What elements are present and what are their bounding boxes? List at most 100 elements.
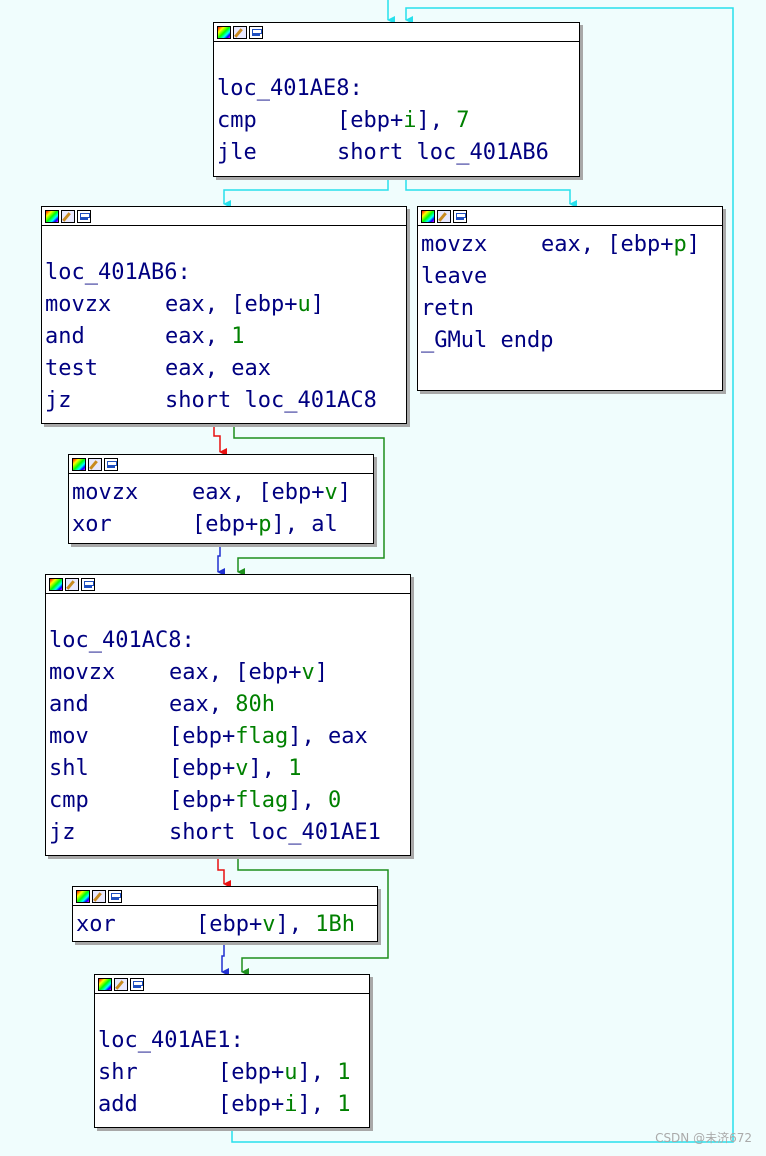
instruction-mnemonic: movzx xyxy=(421,232,488,257)
instruction-mnemonic: mov xyxy=(49,724,89,749)
graph-overview-icon[interactable] xyxy=(77,209,91,223)
graph-overview-icon[interactable] xyxy=(104,457,118,471)
operand-variable: p xyxy=(258,512,272,537)
instruction-mnemonic: and xyxy=(49,692,89,717)
operand-text: eax, [ebp+ xyxy=(165,292,298,317)
operand-text: [ebp+ xyxy=(192,512,259,537)
instruction-line: cmp [ebp+i], 7 xyxy=(217,105,575,137)
color-palette-icon[interactable] xyxy=(98,977,112,991)
instruction-mnemonic: and xyxy=(45,324,85,349)
instruction-line: movzx eax, [ebp+p] xyxy=(421,229,718,261)
instruction-mnemonic: add xyxy=(98,1092,138,1117)
operand-number: 80h xyxy=(235,692,275,717)
color-palette-icon[interactable] xyxy=(72,457,86,471)
operand-text: short loc_401AB6 xyxy=(337,140,549,165)
rename-icon[interactable] xyxy=(233,25,247,39)
code-listing: xor [ebp+v], 1Bh xyxy=(73,906,377,941)
code-label: loc_401AC8: xyxy=(49,628,195,653)
block-xor-1bh[interactable]: xor [ebp+v], 1Bh xyxy=(72,886,378,942)
instruction-line: add [ebp+i], 1 xyxy=(98,1089,365,1121)
operand-text: [ebp+ xyxy=(169,724,236,749)
block-loc-401ae1[interactable]: loc_401AE1: shr [ebp+u], 1 add [ebp+i], 1 xyxy=(94,974,370,1128)
rename-icon[interactable] xyxy=(92,889,106,903)
instruction-mnemonic: cmp xyxy=(217,108,257,133)
block-loc-401ae8[interactable]: loc_401AE8: cmp [ebp+i], 7 jle short loc_401… xyxy=(213,22,580,177)
edge-b4-b5 xyxy=(217,544,225,576)
operand-text: ], xyxy=(288,788,328,813)
rename-icon[interactable] xyxy=(114,977,128,991)
instruction-line: mov [ebp+flag], eax xyxy=(49,721,406,753)
operand-text: ], eax xyxy=(288,724,368,749)
instruction-mnemonic: cmp xyxy=(49,788,89,813)
block-xor-p[interactable]: movzx eax, [ebp+v] xor [ebp+p], al xyxy=(68,454,374,544)
operand-text: [ebp+ xyxy=(169,788,236,813)
color-palette-icon[interactable] xyxy=(217,25,231,39)
operand-text: eax, [ebp+ xyxy=(541,232,674,257)
operand-variable: p xyxy=(673,232,687,257)
rename-icon[interactable] xyxy=(437,209,451,223)
instruction-line: jz short loc_401AE1 xyxy=(49,817,406,849)
operand-text: [ebp+ xyxy=(196,912,263,937)
graph-overview-icon[interactable] xyxy=(81,577,95,591)
operand-text: [ebp+ xyxy=(218,1092,285,1117)
rename-icon[interactable] xyxy=(65,577,79,591)
operand-number: 0 xyxy=(327,788,342,813)
operand-variable: v xyxy=(262,912,276,937)
operand-text: eax, [ebp+ xyxy=(192,480,325,505)
rename-icon[interactable] xyxy=(88,457,102,471)
edge-b1-b2 xyxy=(223,177,389,208)
operand-number: 1 xyxy=(288,756,302,781)
instruction-line: jz short loc_401AC8 xyxy=(45,385,402,417)
instruction-line: leave xyxy=(421,261,718,293)
instruction-mnemonic: movzx xyxy=(45,292,112,317)
instruction-mnemonic: movzx xyxy=(49,660,116,685)
operand-variable: flag xyxy=(235,724,289,749)
operand-text: short loc_401AE1 xyxy=(169,820,381,845)
operand-variable: flag xyxy=(235,788,289,813)
color-palette-icon[interactable] xyxy=(421,209,435,223)
instruction-line: movzx eax, [ebp+v] xyxy=(72,477,369,509)
code-listing: movzx eax, [ebp+v] xor [ebp+p], al xyxy=(69,474,373,541)
block-header xyxy=(418,207,722,226)
operand-text: ], xyxy=(248,756,289,781)
operand-text: eax, xyxy=(169,692,236,717)
block-header xyxy=(95,975,369,994)
instruction-mnemonic: shl xyxy=(49,756,89,781)
graph-overview-icon[interactable] xyxy=(108,889,122,903)
operand-text: eax, xyxy=(165,324,232,349)
instruction-mnemonic: xor xyxy=(72,512,112,537)
edge-b1-b3 xyxy=(405,177,577,208)
block-loc-401ac8[interactable]: loc_401AC8: movzx eax, [ebp+v] and eax, 80h m… xyxy=(45,574,411,856)
instruction-mnemonic: leave xyxy=(421,264,488,289)
instruction-line: retn xyxy=(421,293,718,325)
color-palette-icon[interactable] xyxy=(49,577,63,591)
operand-variable: u xyxy=(284,1060,298,1085)
code-listing: loc_401AE8: cmp [ebp+i], 7 jle short loc_401… xyxy=(214,42,579,169)
operand-variable: i xyxy=(403,108,417,133)
instruction-line: movzx eax, [ebp+v] xyxy=(49,657,406,689)
operand-number: 1 xyxy=(337,1060,351,1085)
operand-text: [ebp+ xyxy=(169,756,236,781)
code-listing: loc_401AC8: movzx eax, [ebp+v] and eax, 80h m… xyxy=(46,594,410,849)
graph-overview-icon[interactable] xyxy=(249,25,263,39)
block-header xyxy=(214,23,579,42)
rename-icon[interactable] xyxy=(61,209,75,223)
block-loc-401ab6[interactable]: loc_401AB6: movzx eax, [ebp+u] and eax, 1 tes… xyxy=(41,206,407,424)
color-palette-icon[interactable] xyxy=(76,889,90,903)
instruction-mnemonic: jz xyxy=(49,820,76,845)
operand-text: ], al xyxy=(271,512,338,537)
block-function-epilogue[interactable]: movzx eax, [ebp+p] leave retn _GMul endp xyxy=(417,206,723,391)
code-listing: movzx eax, [ebp+p] leave retn _GMul endp xyxy=(418,226,722,357)
operand-text: short loc_401AC8 xyxy=(165,388,377,413)
graph-overview-icon[interactable] xyxy=(130,977,144,991)
instruction-line: shl [ebp+v], 1 xyxy=(49,753,406,785)
code-label: loc_401AE1: xyxy=(98,1028,244,1053)
instruction-line: and eax, 80h xyxy=(49,689,406,721)
edge-b5-b6 xyxy=(217,856,231,888)
instruction-mnemonic: shr xyxy=(98,1060,138,1085)
graph-overview-icon[interactable] xyxy=(453,209,467,223)
code-listing: loc_401AB6: movzx eax, [ebp+u] and eax, 1 tes… xyxy=(42,226,406,417)
color-palette-icon[interactable] xyxy=(45,209,59,223)
instruction-line: movzx eax, [ebp+u] xyxy=(45,289,402,321)
